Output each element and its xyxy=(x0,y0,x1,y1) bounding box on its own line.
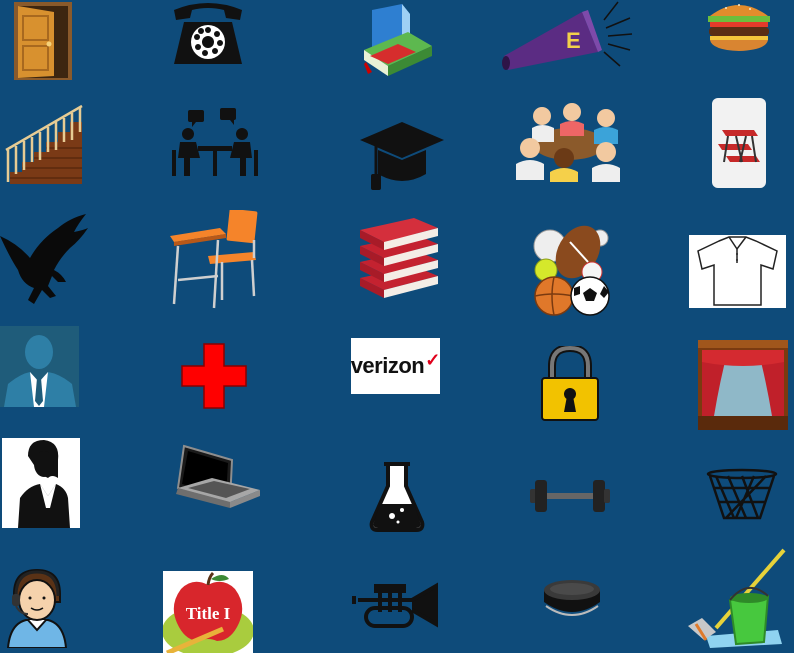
laptop-icon[interactable] xyxy=(170,444,262,532)
staircase-icon[interactable] xyxy=(2,102,84,184)
hockey-puck-icon[interactable] xyxy=(542,578,602,618)
counseling-meeting-icon[interactable] xyxy=(170,108,260,178)
businessman-icon[interactable] xyxy=(0,326,79,407)
graduation-cap-icon[interactable] xyxy=(360,122,444,192)
red-books-stack-icon[interactable] xyxy=(356,218,440,300)
school-desk-icon[interactable] xyxy=(168,210,260,310)
verizon-logo[interactable]: verizon ✓ xyxy=(351,338,440,394)
verizon-check-icon: ✓ xyxy=(425,349,441,370)
title-one-label: Title I xyxy=(185,604,231,623)
picnic-table-icon[interactable] xyxy=(712,98,766,188)
door-icon[interactable] xyxy=(14,2,72,80)
padlock-icon[interactable] xyxy=(540,346,600,422)
student-group-icon[interactable] xyxy=(514,100,624,182)
title-one-apple-icon[interactable]: Title I xyxy=(163,571,253,653)
theater-stage-icon[interactable] xyxy=(698,340,788,430)
basketball-hoop-icon[interactable] xyxy=(706,468,778,522)
businesswoman-icon[interactable] xyxy=(2,438,80,528)
receptionist-icon[interactable] xyxy=(6,568,68,648)
hamburger-icon[interactable] xyxy=(706,0,772,52)
flask-icon[interactable] xyxy=(368,460,426,532)
rotary-phone-icon[interactable] xyxy=(168,0,248,66)
mop-bucket-icon[interactable] xyxy=(686,548,786,648)
verizon-wordmark: verizon xyxy=(350,353,425,378)
dumbbell-icon[interactable] xyxy=(530,478,610,514)
eagle-icon[interactable] xyxy=(0,214,88,306)
books-icon[interactable] xyxy=(362,2,432,78)
trumpet-icon[interactable] xyxy=(352,578,444,636)
megaphone-letter: E xyxy=(566,28,581,53)
sports-balls-icon[interactable] xyxy=(530,222,612,316)
red-cross-icon[interactable] xyxy=(180,342,248,410)
polo-shirt-icon[interactable] xyxy=(689,235,786,308)
megaphone-icon[interactable]: E xyxy=(500,0,634,72)
